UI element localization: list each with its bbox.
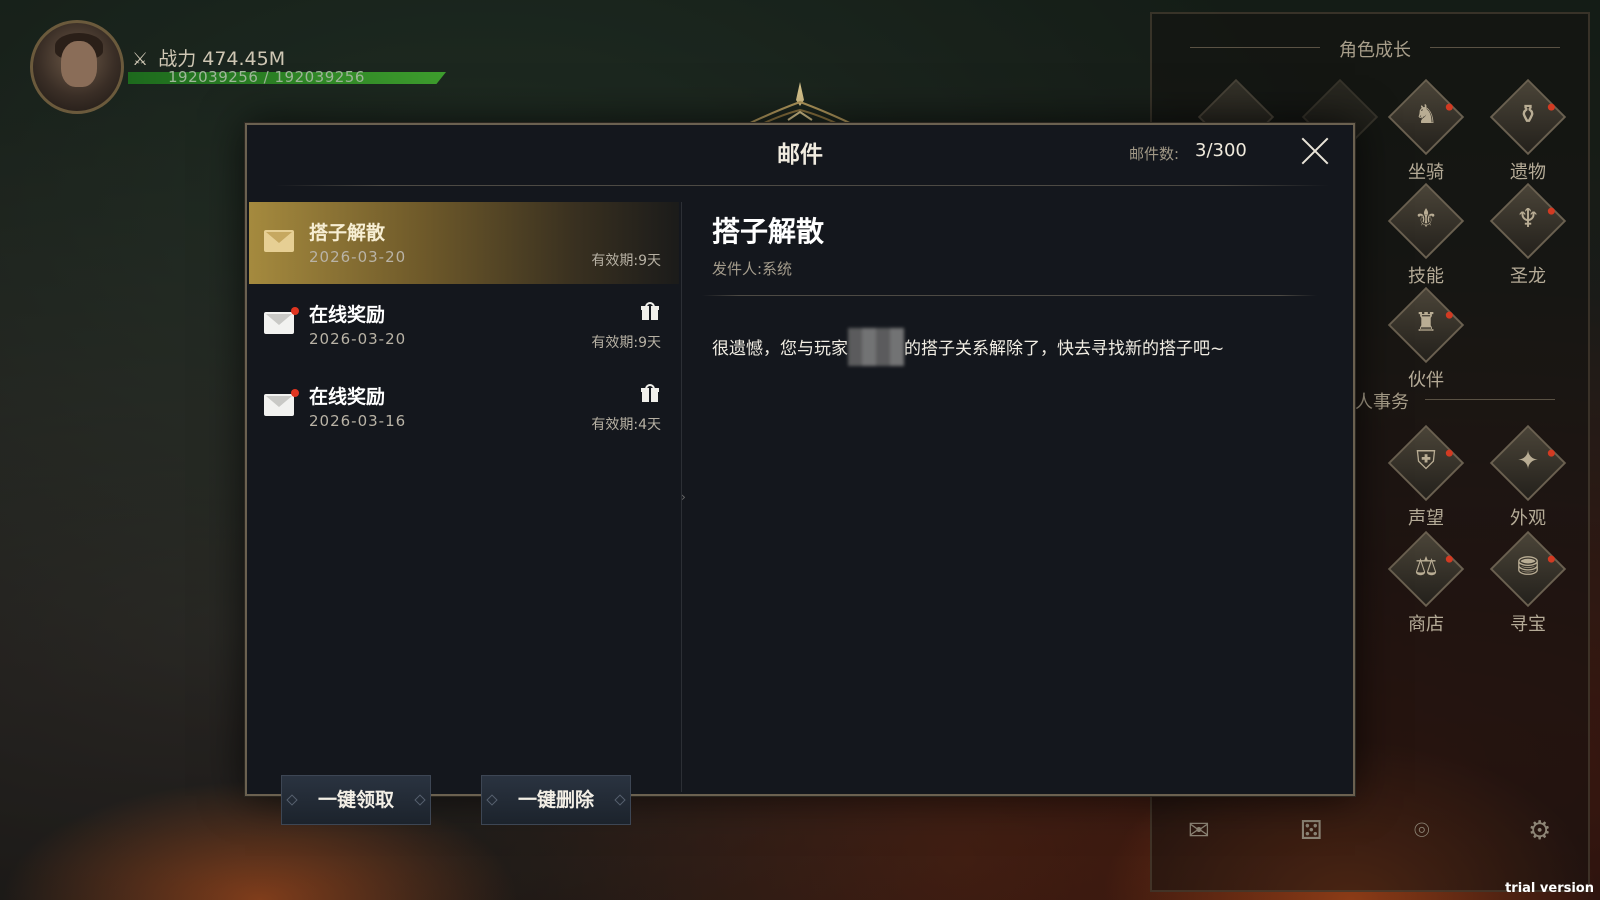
crossed-swords-icon: ⚔ [132, 49, 149, 70]
delete-all-button[interactable]: 一键删除 [481, 775, 631, 825]
fire-effect [0, 780, 520, 900]
feature-appearance[interactable]: ✦ 外观 [1488, 424, 1568, 530]
avatar[interactable] [30, 20, 124, 114]
claim-all-button[interactable]: 一键领取 [281, 775, 431, 825]
feature-partner[interactable]: ♜ 伙伴 [1386, 286, 1466, 392]
settings-icon[interactable]: ⚙ [1528, 816, 1551, 846]
mail-item[interactable]: 在线奖励 2026-03-20 有效期:9天 [249, 284, 679, 366]
camera-icon[interactable]: ⌾ [1414, 816, 1430, 847]
feature-treasure-hunt[interactable]: ⛃ 寻宝 [1488, 530, 1568, 636]
mail-item[interactable]: 在线奖励 2026-03-16 有效期:4天 [249, 366, 679, 448]
hp-text: 192039256 / 192039256 [168, 68, 365, 86]
horse-icon: ♞ [1414, 100, 1438, 130]
side-panel-section-title: 人事务 [1355, 392, 1409, 413]
dice-icon[interactable]: ⚄ [1300, 816, 1323, 846]
feature-relic[interactable]: ⚱ 遗物 [1488, 78, 1568, 184]
shield-icon: ⛨ [1416, 446, 1436, 476]
sword-icon: ⚜ [1414, 204, 1438, 234]
close-icon[interactable] [1297, 133, 1333, 169]
mail-body: 很遗憾，您与玩家 的搭子关系解除了，快去寻找新的搭子吧~ [712, 328, 1224, 366]
header-divider [275, 185, 1329, 186]
feature-reputation[interactable]: ⛨ 声望 [1386, 424, 1466, 530]
feature-dragon[interactable]: ♆ 圣龙 [1488, 182, 1568, 288]
mail-detail: 搭子解散 发件人:系统 很遗憾，您与玩家 的搭子关系解除了，快去寻找新的搭子吧~ [702, 202, 1317, 792]
helmet-icon: ♜ [1414, 308, 1438, 338]
watermark: trial version [1505, 881, 1594, 896]
mail-window: 邮件 邮件数: 3/300 搭子解散 2026-03-20 有效期:9天 在线奖… [245, 123, 1355, 825]
mail-list: 搭子解散 2026-03-20 有效期:9天 在线奖励 2026-03-20 有… [249, 202, 679, 825]
treasure-chest-icon: ⛃ [1517, 552, 1539, 582]
chevron-right-icon: › [681, 490, 686, 504]
redacted-player-name [848, 328, 904, 366]
power-value: 474.45M [202, 48, 286, 70]
mail-count-value: 3/300 [1195, 140, 1247, 161]
crest-ornament-icon [747, 82, 853, 125]
feature-shop[interactable]: ⚖ 商店 [1386, 530, 1466, 636]
gift-icon [641, 302, 659, 320]
mail-detail-title: 搭子解散 [712, 215, 825, 248]
mail-sender: 发件人:系统 [712, 260, 793, 278]
mail-count-label: 邮件数: [1129, 145, 1180, 163]
power-label: 战力 [158, 48, 197, 70]
combat-power: ⚔ 战力 474.45M [132, 44, 285, 71]
feature-mount[interactable]: ♞ 坐骑 [1386, 78, 1466, 184]
mail-icon[interactable]: ✉ [1188, 816, 1210, 846]
detail-divider [702, 295, 1317, 296]
unread-dot [291, 307, 299, 315]
envelope-icon [264, 307, 299, 334]
player-info: ⚔ 战力 474.45M 192039256 / 192039256 [30, 20, 470, 116]
feature-skill[interactable]: ⚜ 技能 [1386, 182, 1466, 288]
unread-dot [291, 389, 299, 397]
window-title: 邮件 [777, 142, 823, 168]
side-panel-title: 角色成长 [1190, 36, 1560, 62]
envelope-icon [264, 389, 299, 416]
gift-icon [641, 384, 659, 402]
shop-icon: ⚖ [1414, 552, 1438, 582]
mail-item[interactable]: 搭子解散 2026-03-20 有效期:9天 [249, 202, 679, 284]
wand-icon: ✦ [1517, 446, 1539, 476]
portrait-icon [61, 41, 97, 87]
relic-icon: ⚱ [1517, 100, 1539, 130]
dragon-icon: ♆ [1516, 204, 1540, 234]
envelope-open-icon [264, 230, 294, 252]
